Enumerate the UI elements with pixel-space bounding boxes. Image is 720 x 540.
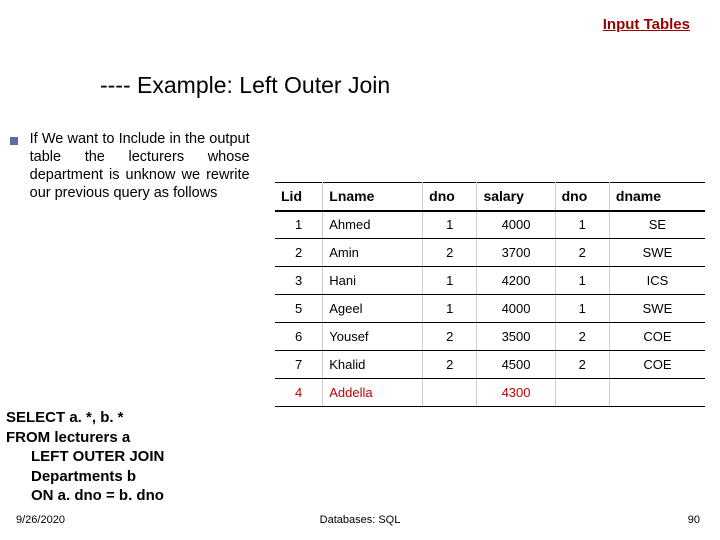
table-cell: 2 <box>423 239 477 267</box>
table-cell: 2 <box>423 323 477 351</box>
col-salary: salary <box>477 183 555 211</box>
table-row: 5Ageel140001SWE <box>275 295 705 323</box>
table-cell: 1 <box>423 211 477 239</box>
table-cell: 5 <box>275 295 323 323</box>
table-cell: 7 <box>275 351 323 379</box>
table-cell: 3700 <box>477 239 555 267</box>
table-cell: ICS <box>609 267 705 295</box>
table-row: 3Hani142001ICS <box>275 267 705 295</box>
table-cell: Addella <box>323 379 423 407</box>
table-row: 7Khalid245002COE <box>275 351 705 379</box>
footer-center: Databases: SQL <box>0 514 720 526</box>
table-cell: 4300 <box>477 379 555 407</box>
footer-page: 90 <box>688 514 700 526</box>
table-cell: 2 <box>555 351 609 379</box>
table-cell: SWE <box>609 239 705 267</box>
col-lid: Lid <box>275 183 323 211</box>
col-lname: Lname <box>323 183 423 211</box>
col-dname: dname <box>609 183 705 211</box>
table-cell: 3500 <box>477 323 555 351</box>
table-cell <box>609 379 705 407</box>
table-cell: 4500 <box>477 351 555 379</box>
table-cell: Amin <box>323 239 423 267</box>
col-dno2: dno <box>555 183 609 211</box>
table-cell: 4200 <box>477 267 555 295</box>
table-cell: 1 <box>555 211 609 239</box>
bullet-text: If We want to Include in the output tabl… <box>30 130 250 203</box>
result-table-wrap: Lid Lname dno salary dno dname 1Ahmed140… <box>275 182 705 407</box>
result-table: Lid Lname dno salary dno dname 1Ahmed140… <box>275 182 705 407</box>
input-tables-link[interactable]: Input Tables <box>603 16 690 33</box>
table-cell: 1 <box>423 295 477 323</box>
table-cell: 2 <box>275 239 323 267</box>
table-header-row: Lid Lname dno salary dno dname <box>275 183 705 211</box>
table-cell: COE <box>609 351 705 379</box>
table-cell: Hani <box>323 267 423 295</box>
table-cell: 1 <box>555 295 609 323</box>
table-cell: 1 <box>423 267 477 295</box>
table-cell: 6 <box>275 323 323 351</box>
table-cell: COE <box>609 323 705 351</box>
slide-title: ---- Example: Left Outer Join <box>100 72 390 99</box>
table-cell: Ahmed <box>323 211 423 239</box>
table-row: 4Addella 4300 <box>275 379 705 407</box>
table-cell: 1 <box>275 211 323 239</box>
table-cell: Khalid <box>323 351 423 379</box>
table-cell: SWE <box>609 295 705 323</box>
table-cell: 4 <box>275 379 323 407</box>
bullet-square-icon <box>10 137 18 145</box>
sql-code-block: SELECT a. *, b. * FROM lecturers a LEFT … <box>6 408 164 506</box>
table-cell: SE <box>609 211 705 239</box>
table-cell <box>423 379 477 407</box>
col-dno1: dno <box>423 183 477 211</box>
bullet-paragraph: If We want to Include in the output tabl… <box>10 130 265 203</box>
table-cell <box>555 379 609 407</box>
table-cell: 2 <box>555 239 609 267</box>
table-cell: 3 <box>275 267 323 295</box>
table-cell: 1 <box>555 267 609 295</box>
table-cell: 4000 <box>477 211 555 239</box>
table-cell: Yousef <box>323 323 423 351</box>
table-cell: Ageel <box>323 295 423 323</box>
table-cell: 2 <box>423 351 477 379</box>
table-row: 2Amin237002SWE <box>275 239 705 267</box>
table-row: 6Yousef235002COE <box>275 323 705 351</box>
table-row: 1Ahmed140001SE <box>275 211 705 239</box>
table-cell: 2 <box>555 323 609 351</box>
table-cell: 4000 <box>477 295 555 323</box>
